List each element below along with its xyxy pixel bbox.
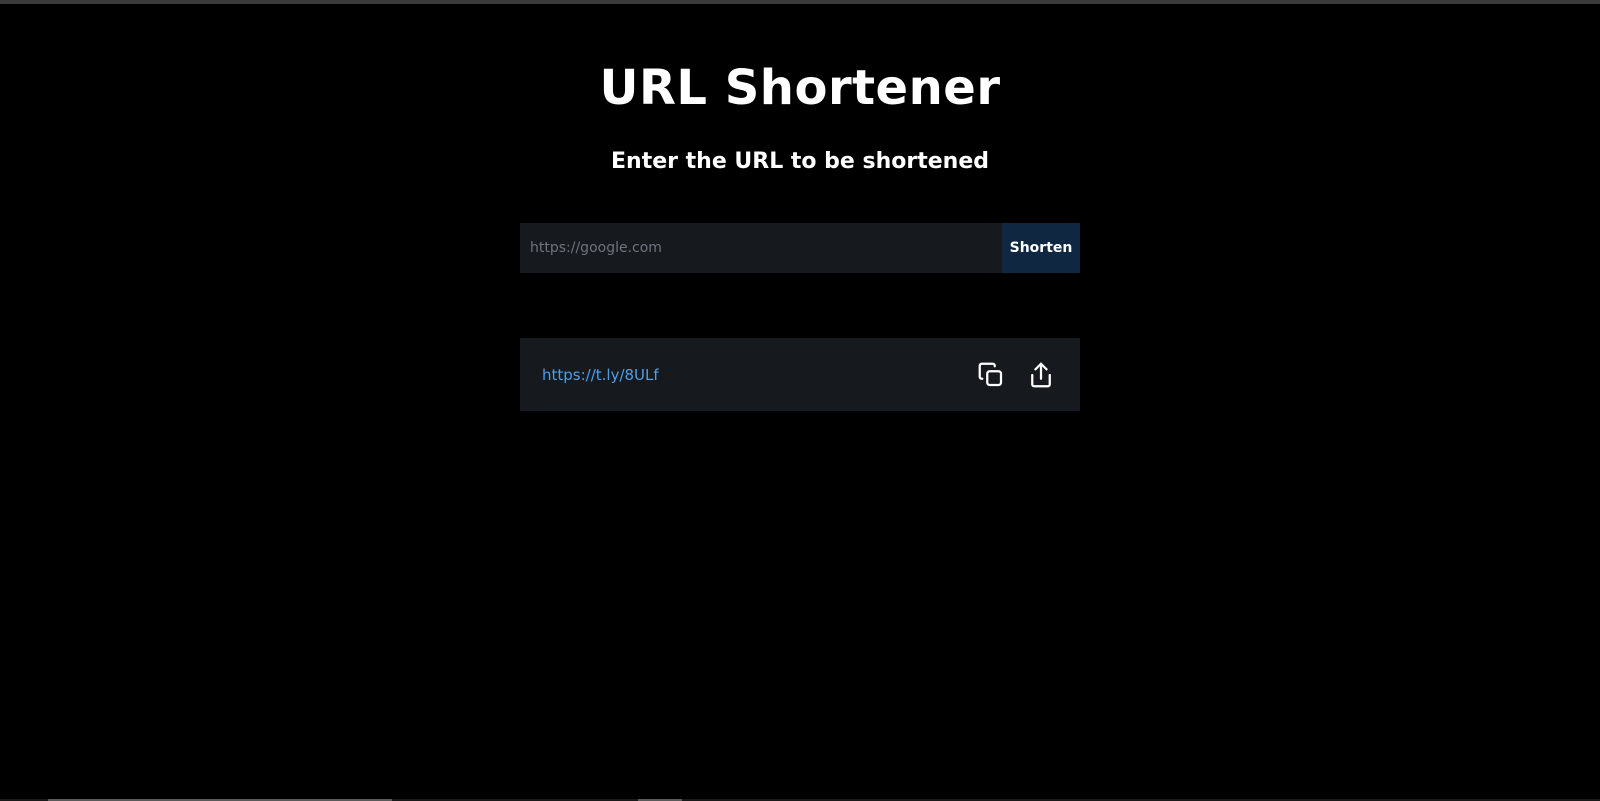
share-icon (1031, 362, 1051, 387)
short-url-link[interactable]: https://t.ly/8ULf (542, 366, 958, 384)
copy-button[interactable] (974, 358, 1008, 392)
result-card: https://t.ly/8ULf (520, 338, 1080, 411)
shorten-form: Shorten (520, 223, 1080, 273)
shorten-button[interactable]: Shorten (1002, 223, 1080, 273)
page-subtitle: Enter the URL to be shortened (611, 149, 989, 174)
copy-icon (978, 362, 1003, 386)
page-title: URL Shortener (599, 60, 1001, 116)
share-button[interactable] (1024, 358, 1058, 392)
url-input[interactable] (520, 223, 1002, 273)
